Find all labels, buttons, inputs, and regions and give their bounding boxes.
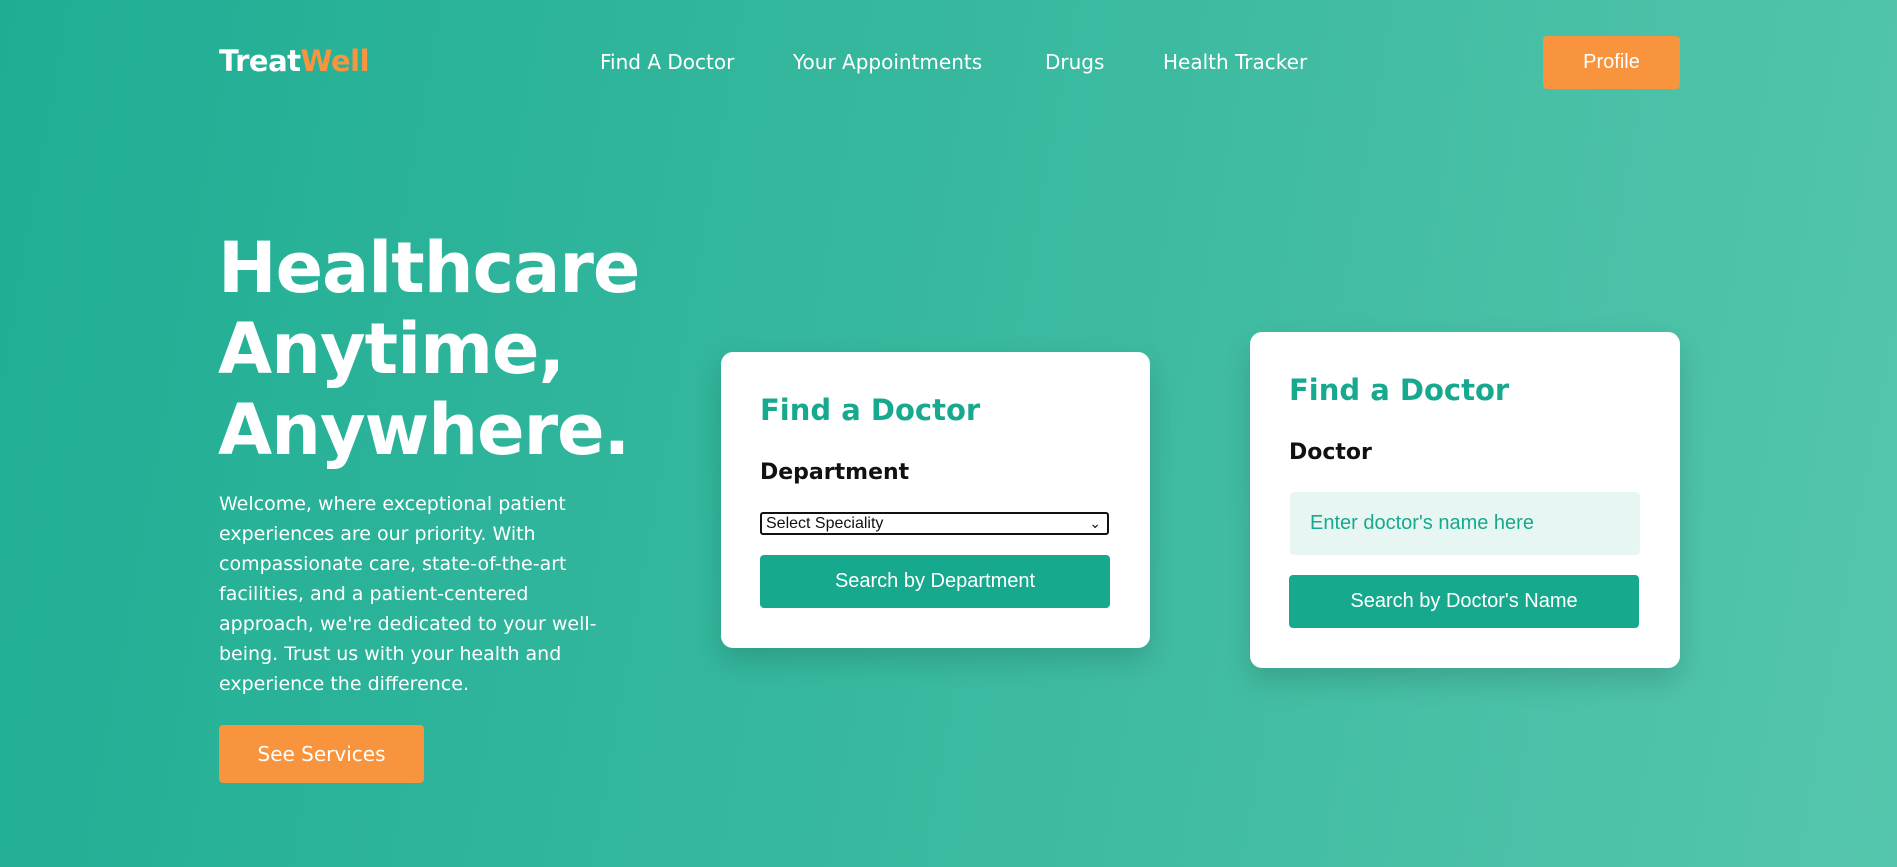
search-by-doctor-name-button[interactable]: Search by Doctor's Name bbox=[1289, 575, 1639, 628]
hero-title-line: Anywhere. bbox=[218, 389, 630, 471]
department-search-card: Find a Doctor Department Select Speciali… bbox=[721, 352, 1150, 648]
doctor-label: Doctor bbox=[1289, 440, 1372, 465]
hero-title-line: Anytime, bbox=[218, 308, 565, 390]
search-by-department-button[interactable]: Search by Department bbox=[760, 555, 1110, 608]
hero-description: Welcome, where exceptional patient exper… bbox=[219, 493, 597, 695]
profile-button[interactable]: Profile bbox=[1543, 36, 1680, 89]
see-services-button[interactable]: See Services bbox=[219, 725, 424, 783]
card-title: Find a Doctor bbox=[760, 393, 981, 427]
department-label: Department bbox=[760, 460, 910, 485]
chevron-down-icon: ⌄ bbox=[1089, 515, 1101, 531]
hero-title-line: Healthcare bbox=[218, 227, 640, 309]
doctor-search-card: Find a Doctor Doctor Search by Doctor's … bbox=[1250, 332, 1680, 668]
doctor-name-input[interactable] bbox=[1290, 492, 1640, 555]
nav-health-tracker[interactable]: Health Tracker bbox=[1163, 50, 1307, 74]
speciality-select[interactable]: Select Speciality ⌄ bbox=[760, 512, 1109, 535]
hero-title: Healthcare Anytime, Anywhere. bbox=[218, 227, 640, 471]
nav-find-a-doctor[interactable]: Find A Doctor bbox=[600, 50, 734, 74]
card-title: Find a Doctor bbox=[1289, 373, 1510, 407]
speciality-select-value: Select Speciality bbox=[766, 515, 884, 532]
nav-drugs[interactable]: Drugs bbox=[1045, 50, 1104, 74]
nav-your-appointments[interactable]: Your Appointments bbox=[793, 50, 982, 74]
